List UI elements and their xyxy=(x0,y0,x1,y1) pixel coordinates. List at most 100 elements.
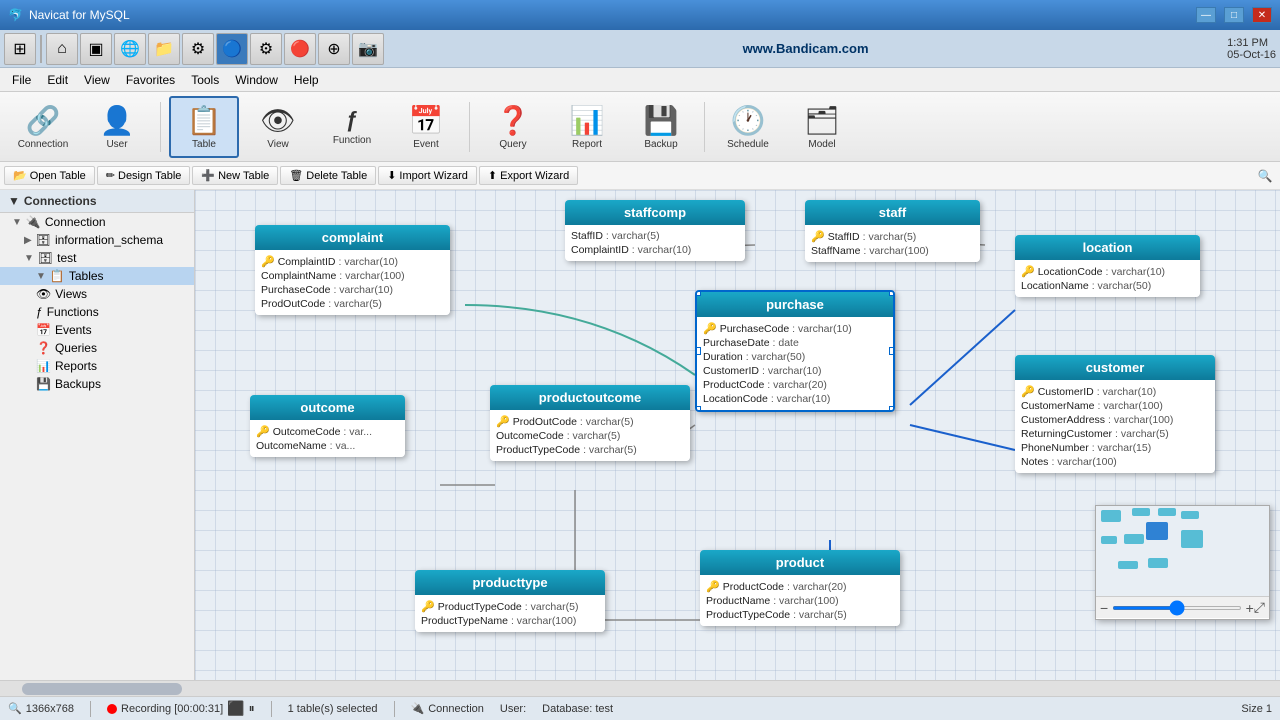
complaint-field-prodoutcode: ProdOutCode : varchar(5) xyxy=(261,297,444,311)
horizontal-scrollbar[interactable] xyxy=(0,680,1280,696)
status-connection: 🔌 Connection xyxy=(411,702,484,715)
search-icon[interactable]: 🔍 xyxy=(1254,165,1276,187)
table-location[interactable]: location 🔑 LocationCode : varchar(10) Lo… xyxy=(1015,235,1200,297)
open-table-button[interactable]: 📂 Open Table xyxy=(4,166,95,185)
delete-table-button[interactable]: 🗑 Delete Table xyxy=(280,166,376,185)
toolbar-schedule[interactable]: 🕐 Schedule xyxy=(713,96,783,158)
sidebar-item-views[interactable]: 👁 Views xyxy=(0,285,194,303)
table-complaint[interactable]: complaint 🔑 ComplaintID : varchar(10) Co… xyxy=(255,225,450,315)
toolbar-report[interactable]: 📊 Report xyxy=(552,96,622,158)
customer-customername-name: CustomerName xyxy=(1021,400,1095,412)
menu-file[interactable]: File xyxy=(4,71,39,89)
model-label: Model xyxy=(808,139,835,150)
backup-label: Backup xyxy=(644,139,677,150)
taskbar-icon-7[interactable]: ⚙ xyxy=(250,33,282,65)
toolbar-view[interactable]: 👁 View xyxy=(243,96,313,158)
toolbar-model[interactable]: 🗂 Model xyxy=(787,96,857,158)
purchase-duration-type: : varchar(50) xyxy=(746,351,806,363)
view-icon: 👁 xyxy=(260,104,296,137)
maximize-button[interactable]: □ xyxy=(1224,7,1244,23)
import-wizard-button[interactable]: ⬇ Import Wizard xyxy=(378,166,477,185)
sidebar-item-connection[interactable]: ▼ 🔌 Connection xyxy=(0,213,194,231)
menu-view[interactable]: View xyxy=(76,71,118,89)
table-productoutcome[interactable]: productoutcome 🔑 ProdOutCode : varchar(5… xyxy=(490,385,690,461)
taskbar-icon-3[interactable]: 🌐 xyxy=(114,33,146,65)
menu-edit[interactable]: Edit xyxy=(39,71,76,89)
staffcomp-complaintid-name: ComplaintID xyxy=(571,244,629,256)
productoutcome-producttypecode-type: : varchar(5) xyxy=(583,444,637,456)
purchase-purchasedate-type: : date xyxy=(773,337,799,349)
erd-canvas[interactable]: staffcomp StaffID : varchar(5) Complaint… xyxy=(195,190,1280,680)
sidebar-item-tables[interactable]: ▼ 📋 Tables xyxy=(0,267,194,285)
outcome-outcomecode-name: OutcomeCode xyxy=(273,426,341,438)
record-pause-button[interactable]: ⏸ xyxy=(249,701,255,716)
menu-favorites[interactable]: Favorites xyxy=(118,71,183,89)
customer-field-customername: CustomerName : varchar(100) xyxy=(1021,399,1209,413)
sidebar-reports-label: Reports xyxy=(55,359,97,373)
sidebar-item-queries[interactable]: ❓ Queries xyxy=(0,339,194,357)
connections-header[interactable]: ▼ Connections xyxy=(0,190,194,213)
zoom-fit-button[interactable]: ⤢ xyxy=(1254,599,1265,616)
taskbar-icon-6[interactable]: 🔵 xyxy=(216,33,248,65)
taskbar-icon-1[interactable]: ⌂ xyxy=(46,33,78,65)
productoutcome-prodoutcode-key: 🔑 xyxy=(496,415,510,428)
table-customer[interactable]: customer 🔑 CustomerID : varchar(10) Cust… xyxy=(1015,355,1215,473)
sidebar-item-information-schema[interactable]: ▶ 🗄 information_schema xyxy=(0,231,194,249)
producttype-field-producttypename: ProductTypeName : varchar(100) xyxy=(421,614,599,628)
table-outcome[interactable]: outcome 🔑 OutcomeCode : var... OutcomeNa… xyxy=(250,395,405,457)
taskbar-icon-8[interactable]: 🔴 xyxy=(284,33,316,65)
toolbar-event[interactable]: 📅 Event xyxy=(391,96,461,158)
staff-field-staffname: StaffName : varchar(100) xyxy=(811,244,974,258)
close-button[interactable]: ✕ xyxy=(1252,7,1272,23)
taskbar-icon-5[interactable]: ⚙ xyxy=(182,33,214,65)
toolbar-table[interactable]: 📋 Table xyxy=(169,96,239,158)
test-db-icon: 🗄 xyxy=(38,251,53,265)
status-sep-3 xyxy=(394,701,395,717)
window-controls: — □ ✕ xyxy=(1196,7,1272,23)
minimize-button[interactable]: — xyxy=(1196,7,1216,23)
design-table-button[interactable]: ✏ Design Table xyxy=(97,166,191,185)
select-handle-br xyxy=(889,406,895,412)
table-product[interactable]: product 🔑 ProductCode : varchar(20) Prod… xyxy=(700,550,900,626)
table-purchase[interactable]: purchase 🔑 PurchaseCode : varchar(10) Pu… xyxy=(695,290,895,412)
query-label: Query xyxy=(499,139,526,150)
table-staff[interactable]: staff 🔑 StaffID : varchar(5) StaffName :… xyxy=(805,200,980,262)
producttype-header: producttype xyxy=(415,570,605,595)
taskbar-icon-4[interactable]: 📁 xyxy=(148,33,180,65)
zoom-in-button[interactable]: + xyxy=(1246,600,1254,616)
sidebar-item-test[interactable]: ▼ 🗄 test xyxy=(0,249,194,267)
zoom-out-button[interactable]: − xyxy=(1100,600,1108,616)
new-table-button[interactable]: ➕ New Table xyxy=(192,166,278,185)
export-wizard-icon: ⬆ xyxy=(488,169,497,182)
hscroll-thumb[interactable] xyxy=(22,683,182,695)
toolbar-function[interactable]: ƒ Function xyxy=(317,96,387,158)
record-indicator xyxy=(107,704,117,714)
menu-help[interactable]: Help xyxy=(286,71,327,89)
taskbar-icon-10[interactable]: 📷 xyxy=(352,33,384,65)
toolbar-user[interactable]: 👤 User xyxy=(82,96,152,158)
table-producttype[interactable]: producttype 🔑 ProductTypeCode : varchar(… xyxy=(415,570,605,632)
toolbar-backup[interactable]: 💾 Backup xyxy=(626,96,696,158)
zoom-slider[interactable] xyxy=(1112,606,1241,610)
taskbar-icon-9[interactable]: ⊕ xyxy=(318,33,350,65)
toolbar-connection[interactable]: 🔗 Connection xyxy=(8,96,78,158)
menu-window[interactable]: Window xyxy=(227,71,286,89)
taskbar-icon-2[interactable]: ▣ xyxy=(80,33,112,65)
sidebar-item-backups[interactable]: 💾 Backups xyxy=(0,375,194,393)
menu-tools[interactable]: Tools xyxy=(183,71,227,89)
product-productcode-type: : varchar(20) xyxy=(787,581,847,593)
sidebar-item-reports[interactable]: 📊 Reports xyxy=(0,357,194,375)
staffcomp-complaintid-type: : varchar(10) xyxy=(632,244,692,256)
sidebar-item-functions[interactable]: ƒ Functions xyxy=(0,303,194,321)
toolbar: 🔗 Connection 👤 User 📋 Table 👁 View ƒ Fun… xyxy=(0,92,1280,162)
purchase-purchasecode-key: 🔑 xyxy=(703,322,717,335)
import-wizard-label: Import Wizard xyxy=(399,170,467,182)
table-staffcomp[interactable]: staffcomp StaffID : varchar(5) Complaint… xyxy=(565,200,745,261)
start-button[interactable]: ⊞ xyxy=(4,33,36,65)
purchase-locationcode-name: LocationCode xyxy=(703,393,768,405)
location-field-locationname: LocationName : varchar(50) xyxy=(1021,279,1194,293)
toolbar-query[interactable]: ❓ Query xyxy=(478,96,548,158)
export-wizard-button[interactable]: ⬆ Export Wizard xyxy=(479,166,578,185)
sidebar-item-events[interactable]: 📅 Events xyxy=(0,321,194,339)
record-stop-button[interactable]: ⬛ xyxy=(227,700,244,717)
